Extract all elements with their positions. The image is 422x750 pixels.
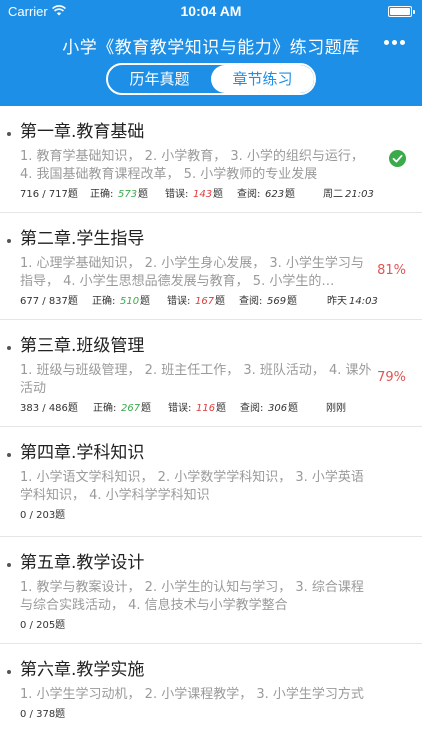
more-options-icon[interactable] — [384, 40, 406, 46]
progress-count: 716 / 717题 — [20, 189, 78, 200]
correct-label: 正确: — [92, 296, 116, 307]
chapter-stats: 0 / 203题 — [20, 505, 410, 527]
bullet-icon — [7, 563, 11, 567]
bullet-icon — [7, 346, 11, 350]
bullet-icon — [7, 239, 11, 243]
correct-label: 正确: — [93, 403, 117, 414]
chapter-stats: 383 / 486题 正确: 267 题 错误: 116 题 查阅: 306 题… — [20, 398, 410, 420]
viewed-label: 查阅: — [240, 403, 264, 414]
chapter-description: 1. 心理学基础知识， 2. 小学生身心发展， 3. 小学生学习与指导， 4. … — [20, 256, 364, 289]
last-time: 21:03 — [345, 189, 374, 200]
chapter-item[interactable]: 第一章.教育基础 1. 教育学基础知识， 2. 小学教育， 3. 小学的组织与运… — [0, 106, 422, 213]
chapter-description: 1. 小学语文学科知识， 2. 小学数学学科知识， 3. 小学英语学科知识， 4… — [20, 470, 364, 503]
viewed-count: 306 — [268, 403, 288, 414]
chapter-item[interactable]: 第六章.教学实施 1. 小学生学习动机， 2. 小学课程教学， 3. 小学生学习… — [0, 644, 422, 744]
chapter-stats: 716 / 717题 正确: 573 题 错误: 143 题 查阅: 623 题… — [20, 184, 410, 206]
last-day: 昨天 — [327, 296, 347, 307]
viewed-count: 623 — [265, 189, 285, 200]
chapter-item[interactable]: 第五章.教学设计 1. 教学与教案设计， 2. 小学生的认知与学习， 3. 综合… — [0, 537, 422, 644]
bullet-icon — [7, 132, 11, 136]
wrong-label: 错误: — [167, 296, 191, 307]
chapter-item[interactable]: 第二章.学生指导 1. 心理学基础知识， 2. 小学生身心发展， 3. 小学生学… — [0, 213, 422, 320]
progress-count: 0 / 205题 — [20, 620, 66, 631]
chapter-stats: 0 / 378题 — [20, 704, 410, 726]
progress-percent: 79% — [377, 370, 406, 385]
chapter-title: 第一章.教育基础 — [20, 122, 145, 142]
viewed-count: 569 — [267, 296, 287, 307]
chapter-stats: 677 / 837题 正确: 510 题 错误: 167 题 查阅: 569 题… — [20, 291, 410, 313]
tab-switcher: 历年真题 章节练习 — [106, 63, 316, 95]
wrong-count: 167 — [195, 296, 215, 307]
last-day: 周二 — [323, 189, 343, 200]
app-header: Carrier 10:04 AM 小学《教育教学知识与能力》练习题库 历年真题 … — [0, 0, 422, 106]
battery-icon — [388, 6, 415, 17]
chapter-description: 1. 教育学基础知识， 2. 小学教育， 3. 小学的组织与运行， 4. 我国基… — [20, 149, 364, 182]
chapter-title: 第二章.学生指导 — [20, 229, 145, 249]
bullet-icon — [7, 670, 11, 674]
tab-chapter-practice[interactable]: 章节练习 — [211, 65, 314, 93]
correct-count: 573 — [118, 189, 138, 200]
unit-label: 题 — [287, 296, 297, 307]
unit-label: 题 — [213, 189, 223, 200]
chapter-title: 第六章.教学实施 — [20, 660, 145, 680]
wrong-label: 错误: — [165, 189, 189, 200]
unit-label: 题 — [138, 189, 148, 200]
chapter-list: 第一章.教育基础 1. 教育学基础知识， 2. 小学教育， 3. 小学的组织与运… — [0, 106, 422, 744]
progress-count: 677 / 837题 — [20, 296, 78, 307]
progress-count: 0 / 203题 — [20, 510, 66, 521]
completed-check-icon — [389, 150, 406, 167]
page-title: 小学《教育教学知识与能力》练习题库 — [62, 38, 360, 58]
chapter-title: 第三章.班级管理 — [20, 336, 145, 356]
bullet-icon — [7, 453, 11, 457]
unit-label: 题 — [215, 296, 225, 307]
status-time: 10:04 AM — [180, 3, 242, 19]
correct-label: 正确: — [90, 189, 114, 200]
progress-percent: 81% — [377, 263, 406, 278]
progress-count: 0 / 378题 — [20, 709, 66, 720]
chapter-title: 第五章.教学设计 — [20, 553, 145, 573]
chapter-title: 第四章.学科知识 — [20, 443, 145, 463]
chapter-description: 1. 教学与教案设计， 2. 小学生的认知与学习， 3. 综合课程与综合实践活动… — [20, 580, 364, 613]
progress-count: 383 / 486题 — [20, 403, 78, 414]
wrong-label: 错误: — [168, 403, 192, 414]
unit-label: 题 — [140, 296, 150, 307]
viewed-label: 查阅: — [239, 296, 263, 307]
wrong-count: 116 — [196, 403, 216, 414]
tab-past-exams[interactable]: 历年真题 — [108, 65, 211, 93]
chapter-description: 1. 班级与班级管理， 2. 班主任工作， 3. 班队活动， 4. 课外活动 — [20, 363, 372, 396]
unit-label: 题 — [216, 403, 226, 414]
viewed-label: 查阅: — [237, 189, 261, 200]
last-time: 14:03 — [349, 296, 378, 307]
chapter-description: 1. 小学生学习动机， 2. 小学课程教学， 3. 小学生学习方式 — [20, 687, 364, 702]
chapter-item[interactable]: 第三章.班级管理 1. 班级与班级管理， 2. 班主任工作， 3. 班队活动， … — [0, 320, 422, 427]
correct-count: 510 — [120, 296, 140, 307]
unit-label: 题 — [141, 403, 151, 414]
unit-label: 题 — [285, 189, 295, 200]
last-day: 刚刚 — [326, 403, 346, 414]
unit-label: 题 — [288, 403, 298, 414]
correct-count: 267 — [121, 403, 141, 414]
status-bar: Carrier 10:04 AM — [0, 0, 422, 24]
wrong-count: 143 — [193, 189, 213, 200]
chapter-stats: 0 / 205题 — [20, 615, 410, 637]
chapter-item[interactable]: 第四章.学科知识 1. 小学语文学科知识， 2. 小学数学学科知识， 3. 小学… — [0, 427, 422, 537]
